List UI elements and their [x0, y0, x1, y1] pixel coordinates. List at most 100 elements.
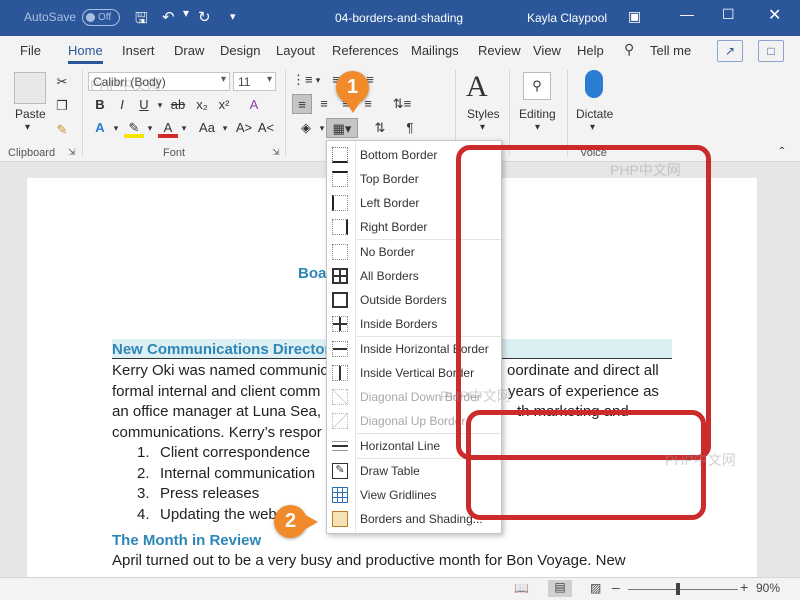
tell-me-search[interactable]: Tell me	[650, 43, 691, 58]
line-spacing-icon[interactable]: ⇅≡	[392, 94, 412, 114]
font-group-label: Font	[163, 147, 186, 159]
undo-dropdown-icon[interactable]: ▾	[183, 6, 189, 20]
comments-button[interactable]: □	[758, 40, 784, 62]
tab-design[interactable]: Design	[220, 43, 260, 58]
draw-table-icon: ✎	[332, 463, 348, 479]
zoom-slider-track[interactable]	[628, 589, 738, 590]
heading-new-communications-director: New Communications Director	[112, 341, 331, 358]
format-painter-icon[interactable]: ✎	[52, 120, 72, 140]
zoom-level[interactable]: 90%	[756, 581, 780, 595]
clipboard-launcher-icon[interactable]: ⇲	[68, 147, 76, 158]
bottom-border-icon	[332, 147, 348, 163]
align-left-icon[interactable]: ≡	[292, 94, 312, 114]
dictate-button-label[interactable]: Dictate	[576, 107, 613, 121]
bold-icon[interactable]: B	[90, 95, 110, 115]
tab-mailings[interactable]: Mailings	[411, 43, 459, 58]
superscript-icon[interactable]: x²	[214, 95, 234, 115]
tab-help[interactable]: Help	[577, 43, 604, 58]
undo-icon[interactable]: ↶	[162, 8, 175, 26]
customize-icon[interactable]: ▾	[230, 10, 236, 23]
font-launcher-icon[interactable]: ⇲	[272, 147, 280, 158]
tab-home[interactable]: Home	[68, 43, 103, 64]
watermark: PHP中文网	[610, 162, 681, 178]
zoom-slider-thumb[interactable]	[676, 583, 680, 595]
title-bar: AutoSave Off 🖫 ↶ ▾ ↻ ▾ 04-borders-and-sh…	[0, 0, 800, 36]
borders-and-shading-icon	[332, 511, 348, 527]
clipboard-paste-icon[interactable]	[14, 72, 46, 104]
editing-dropdown-icon[interactable]: ▾	[535, 122, 540, 133]
zoom-in-icon[interactable]: +	[740, 579, 748, 595]
subscript-icon[interactable]: x₂	[192, 95, 212, 115]
chevron-down-icon: ▾	[220, 74, 226, 85]
top-border-icon	[332, 171, 348, 187]
styles-dropdown-icon[interactable]: ▾	[480, 122, 485, 133]
lightbulb-search-icon[interactable]: ⚲	[624, 41, 634, 58]
group-separator	[567, 70, 568, 156]
styles-button-label[interactable]: Styles	[467, 107, 500, 121]
tab-insert[interactable]: Insert	[122, 43, 155, 58]
list-item: 1. Client correspondence	[137, 444, 311, 461]
cut-icon[interactable]: ✂	[52, 72, 72, 92]
web-layout-icon[interactable]: ▨	[590, 581, 601, 595]
dictate-dropdown-icon[interactable]: ▾	[590, 122, 595, 133]
tab-draw[interactable]: Draw	[174, 43, 204, 58]
tab-view[interactable]: View	[533, 43, 561, 58]
font-size-value: 11	[238, 75, 251, 89]
copy-icon[interactable]: ❐	[52, 96, 72, 116]
align-center-icon[interactable]: ≡	[314, 94, 334, 114]
tab-file[interactable]: File	[20, 43, 41, 58]
watermark: PHP中文网	[665, 452, 736, 468]
left-border-icon	[332, 195, 348, 211]
callout-step-1: 1	[336, 71, 369, 104]
change-case-dropdown-icon[interactable]: ▾	[215, 118, 235, 138]
collapse-ribbon-icon[interactable]: ⌃	[772, 142, 792, 162]
font-color-dropdown-icon[interactable]: ▾	[174, 118, 194, 138]
strikethrough-icon[interactable]: ab	[168, 95, 188, 115]
zoom-out-icon[interactable]: –	[612, 579, 620, 595]
borders-button[interactable]: ▦▾	[326, 118, 358, 138]
italic-icon[interactable]: I	[112, 95, 132, 115]
search-icon[interactable]: ⚲	[523, 72, 551, 100]
clear-formatting-icon[interactable]: A	[244, 95, 264, 115]
group-separator	[82, 70, 83, 156]
editing-button-label[interactable]: Editing	[519, 107, 556, 121]
print-layout-icon[interactable]: ▤	[548, 580, 572, 597]
show-formatting-marks-icon[interactable]: ¶	[400, 118, 420, 138]
inside-borders-icon	[332, 316, 348, 332]
minimize-icon[interactable]: —	[680, 6, 694, 22]
close-icon[interactable]: ✕	[768, 5, 781, 25]
tab-review[interactable]: Review	[478, 43, 521, 58]
autosave-toggle[interactable]: Off	[82, 9, 120, 26]
font-size-combo[interactable]: 11 ▾	[233, 72, 276, 91]
list-item: 3. Press releases	[137, 485, 260, 502]
ribbon-display-icon[interactable]: ▣	[628, 8, 641, 25]
styles-icon[interactable]: A	[466, 70, 488, 104]
redo-icon[interactable]: ↻	[198, 8, 211, 26]
microphone-icon[interactable]	[585, 70, 603, 98]
shrink-font-icon[interactable]: A˂	[256, 118, 276, 138]
group-separator	[509, 70, 510, 156]
bullets-dropdown-icon[interactable]: ▾	[308, 70, 328, 90]
status-bar: 📖 ▤ ▨ – + 90%	[0, 577, 800, 600]
grow-font-icon[interactable]: A˃	[234, 118, 254, 138]
maximize-icon[interactable]: ☐	[722, 6, 735, 23]
user-name[interactable]: Kayla Claypool	[527, 11, 607, 25]
save-icon[interactable]: 🖫	[135, 8, 148, 33]
highlight-dropdown-icon[interactable]: ▾	[140, 118, 160, 138]
right-border-icon	[332, 219, 348, 235]
watermark: PHP中文网	[90, 77, 161, 93]
underline-dropdown-icon[interactable]: ▾	[150, 95, 170, 115]
inside-horizontal-border-icon	[332, 341, 348, 357]
paste-dropdown-icon[interactable]: ▾	[25, 122, 30, 133]
chevron-down-icon: ▾	[266, 74, 272, 85]
share-button[interactable]: ↗	[717, 40, 743, 62]
diagonal-down-border-icon	[332, 389, 348, 405]
sort-icon[interactable]: ⇅	[370, 118, 390, 138]
paste-button-label[interactable]: Paste	[15, 107, 46, 121]
group-separator	[285, 70, 286, 156]
body-line: April turned out to be a very busy and p…	[112, 552, 626, 569]
text-effects-dropdown-icon[interactable]: ▾	[106, 118, 126, 138]
read-mode-icon[interactable]: 📖	[514, 581, 529, 595]
tab-layout[interactable]: Layout	[276, 43, 315, 58]
tab-references[interactable]: References	[332, 43, 398, 58]
